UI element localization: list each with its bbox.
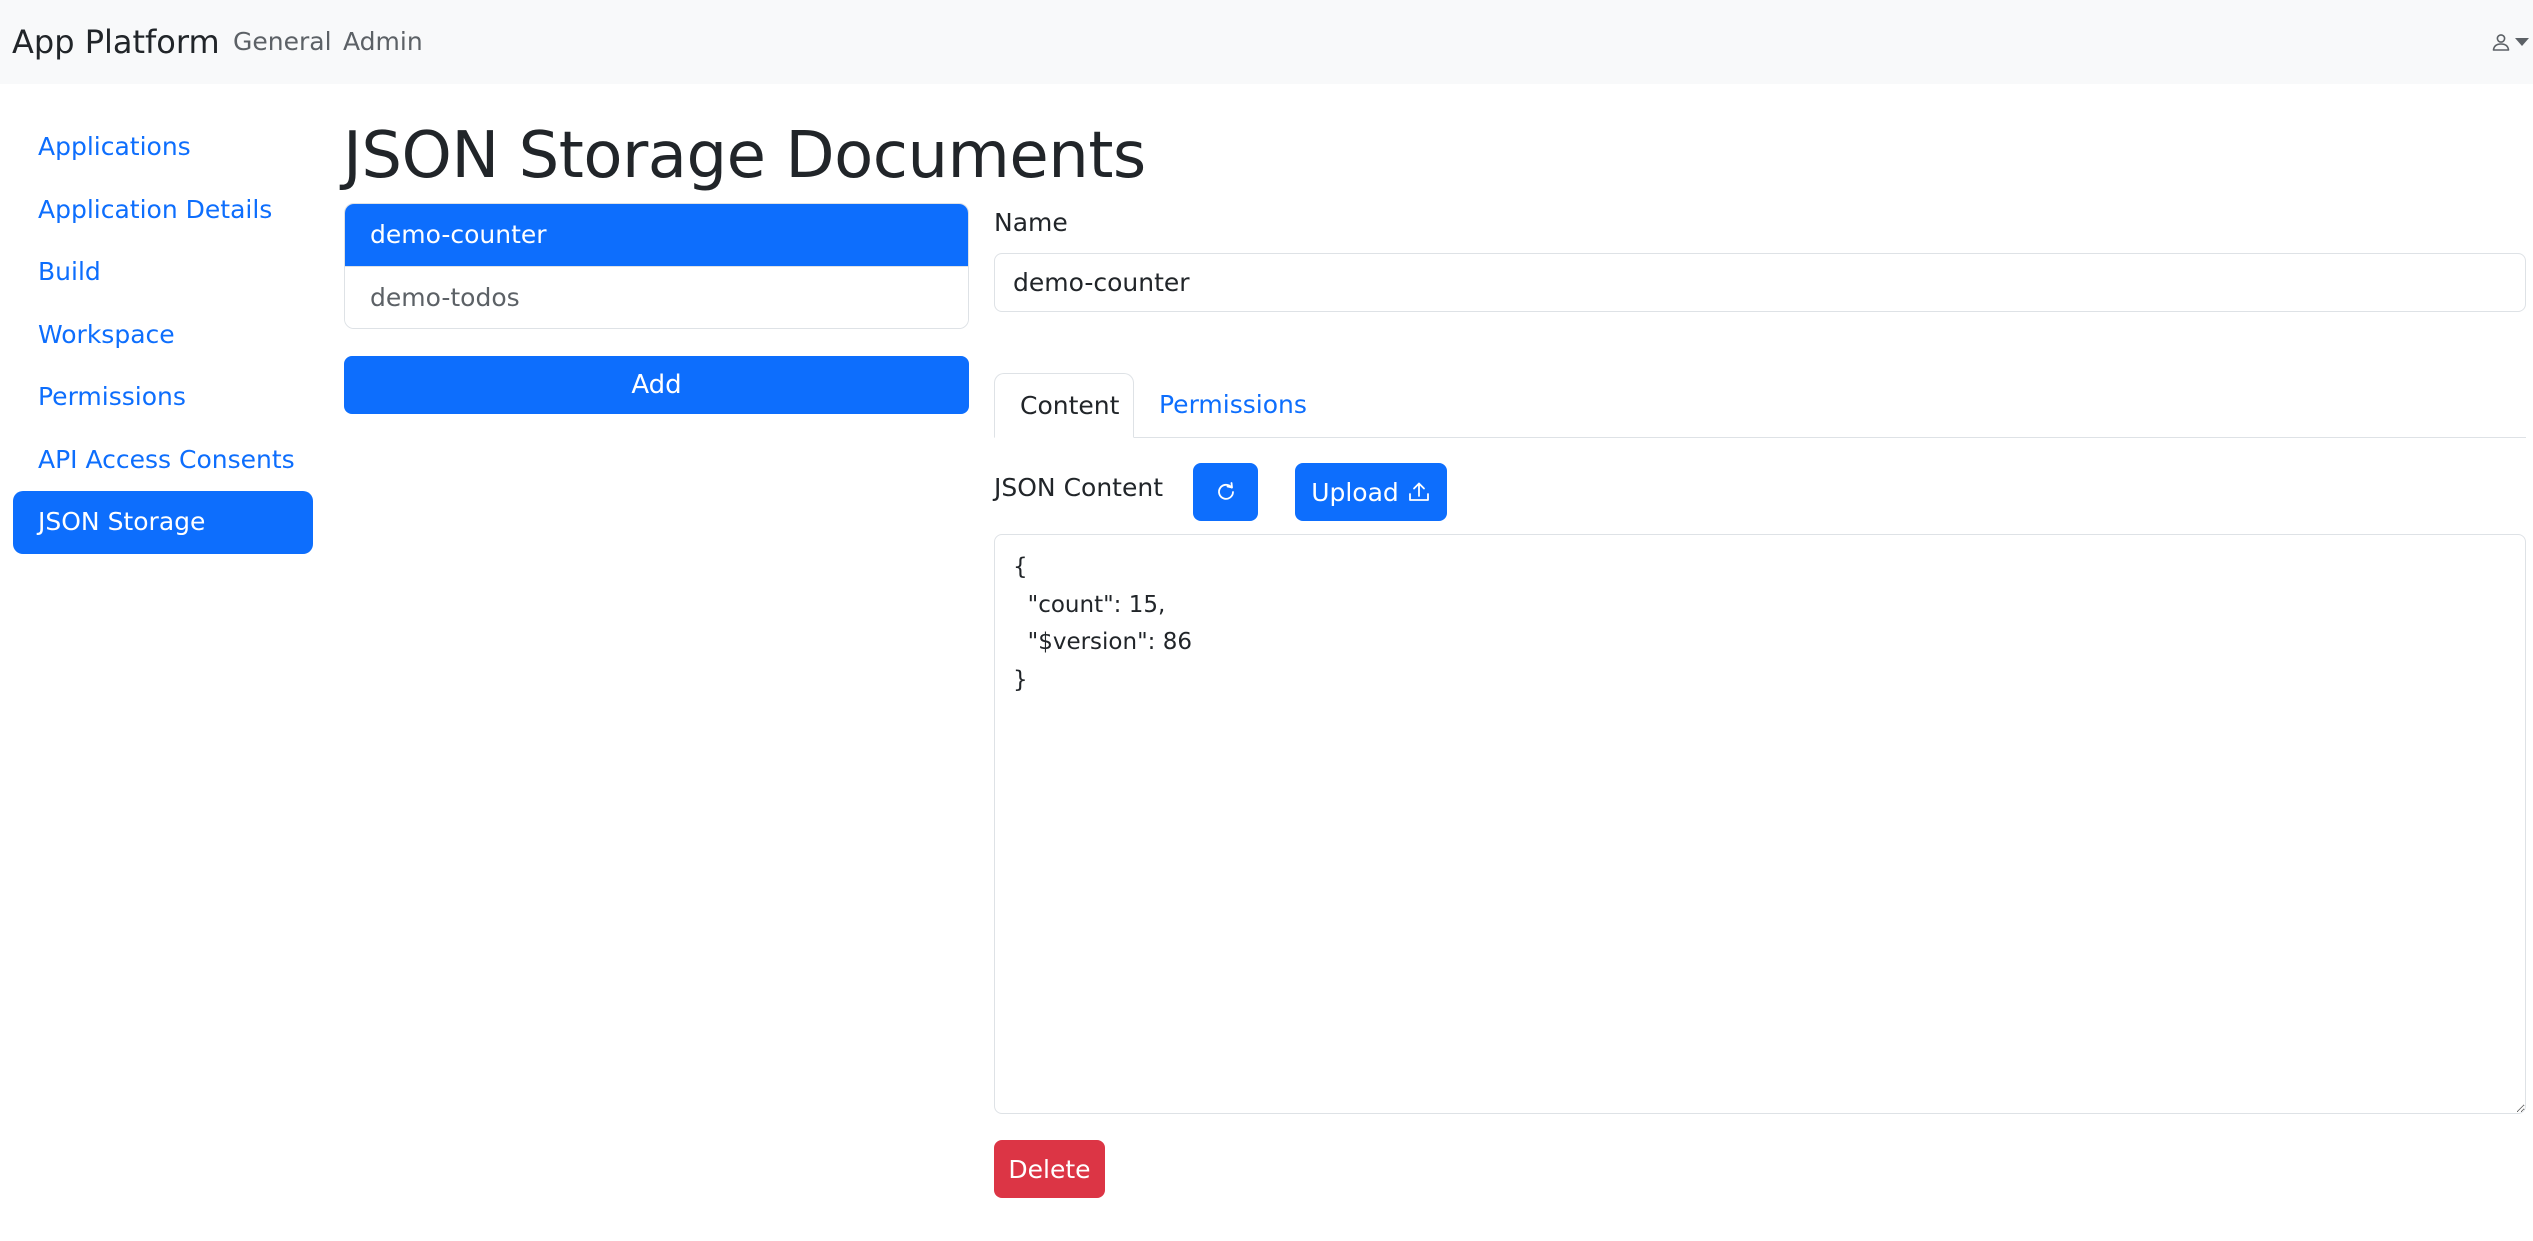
sidebar-item-applications[interactable]: Applications (13, 116, 313, 179)
sidebar: Applications Application Details Build W… (13, 116, 313, 554)
name-input[interactable] (994, 253, 2526, 312)
sidebar-item-workspace[interactable]: Workspace (13, 304, 313, 367)
page-title: JSON Storage Documents (343, 119, 1146, 193)
document-list: demo-counter demo-todos (344, 203, 969, 329)
editor-tabs: Content Permissions (994, 373, 2526, 438)
json-content-textarea[interactable]: { "count": 15, "$version": 86 } (994, 534, 2526, 1114)
document-item-demo-todos[interactable]: demo-todos (345, 266, 968, 328)
document-item-demo-counter[interactable]: demo-counter (345, 204, 968, 266)
upload-icon (1408, 482, 1429, 501)
brand-title[interactable]: App Platform (12, 20, 220, 64)
nav-link-general[interactable]: General (233, 24, 332, 60)
sidebar-item-api-access-consents[interactable]: API Access Consents (13, 429, 313, 492)
refresh-icon (1217, 482, 1234, 500)
name-label: Name (994, 208, 1068, 237)
refresh-button[interactable] (1193, 463, 1258, 521)
person-icon (2492, 34, 2510, 51)
sidebar-item-permissions[interactable]: Permissions (13, 366, 313, 429)
tab-permissions[interactable]: Permissions (1134, 373, 1332, 438)
tab-content[interactable]: Content (994, 373, 1134, 438)
user-menu-dropdown[interactable] (2485, 26, 2529, 58)
sidebar-item-json-storage[interactable]: JSON Storage (13, 491, 313, 554)
chevron-down-icon (2515, 38, 2529, 46)
sidebar-item-build[interactable]: Build (13, 241, 313, 304)
nav-link-admin[interactable]: Admin (343, 24, 423, 60)
sidebar-item-application-details[interactable]: Application Details (13, 179, 313, 242)
upload-button[interactable]: Upload (1295, 463, 1447, 521)
add-document-button[interactable]: Add (344, 356, 969, 414)
delete-button[interactable]: Delete (994, 1140, 1105, 1198)
upload-button-label: Upload (1311, 477, 1399, 507)
top-navbar: App Platform General Admin (0, 0, 2533, 84)
json-content-label: JSON Content (994, 473, 1163, 502)
